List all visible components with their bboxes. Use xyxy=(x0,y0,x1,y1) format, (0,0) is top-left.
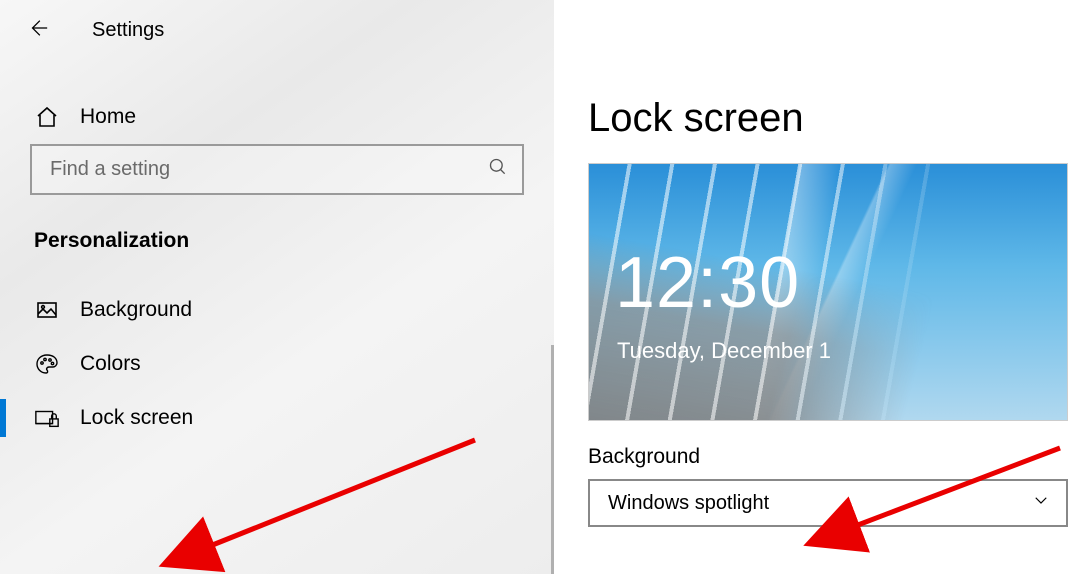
arrow-left-icon xyxy=(27,17,49,44)
sidebar-header: Settings xyxy=(0,18,554,90)
search-wrap xyxy=(0,144,554,225)
lockscreen-preview: 12:30 Tuesday, December 1 xyxy=(588,163,1068,421)
back-button[interactable] xyxy=(26,18,50,42)
search-box[interactable] xyxy=(30,144,524,195)
dropdown-value: Windows spotlight xyxy=(608,492,769,515)
search-input[interactable] xyxy=(50,158,488,181)
sidebar-item-background[interactable]: Background xyxy=(0,283,554,337)
sidebar-item-label: Home xyxy=(80,105,136,129)
sidebar-item-label: Background xyxy=(80,298,192,322)
sidebar-item-colors[interactable]: Colors xyxy=(0,337,554,391)
preview-time: 12:30 xyxy=(615,242,800,324)
search-icon xyxy=(488,157,508,182)
background-dropdown[interactable]: Windows spotlight xyxy=(588,479,1068,527)
app-title: Settings xyxy=(92,19,164,42)
picture-icon xyxy=(34,297,60,323)
sidebar: Settings Home Personalization xyxy=(0,0,554,574)
sidebar-item-lockscreen[interactable]: Lock screen xyxy=(0,391,554,445)
section-title: Personalization xyxy=(0,225,554,283)
lockscreen-icon xyxy=(34,405,60,431)
chevron-down-icon xyxy=(1032,491,1050,515)
page-title: Lock screen xyxy=(588,96,1080,141)
background-label: Background xyxy=(588,445,1080,469)
sidebar-item-label: Lock screen xyxy=(80,406,193,430)
preview-date: Tuesday, December 1 xyxy=(617,338,831,364)
sidebar-item-home[interactable]: Home xyxy=(0,90,554,144)
main-panel: Lock screen 12:30 Tuesday, December 1 Ba… xyxy=(554,0,1080,574)
palette-icon xyxy=(34,351,60,377)
sidebar-item-label: Colors xyxy=(80,352,141,376)
home-icon xyxy=(34,104,60,130)
